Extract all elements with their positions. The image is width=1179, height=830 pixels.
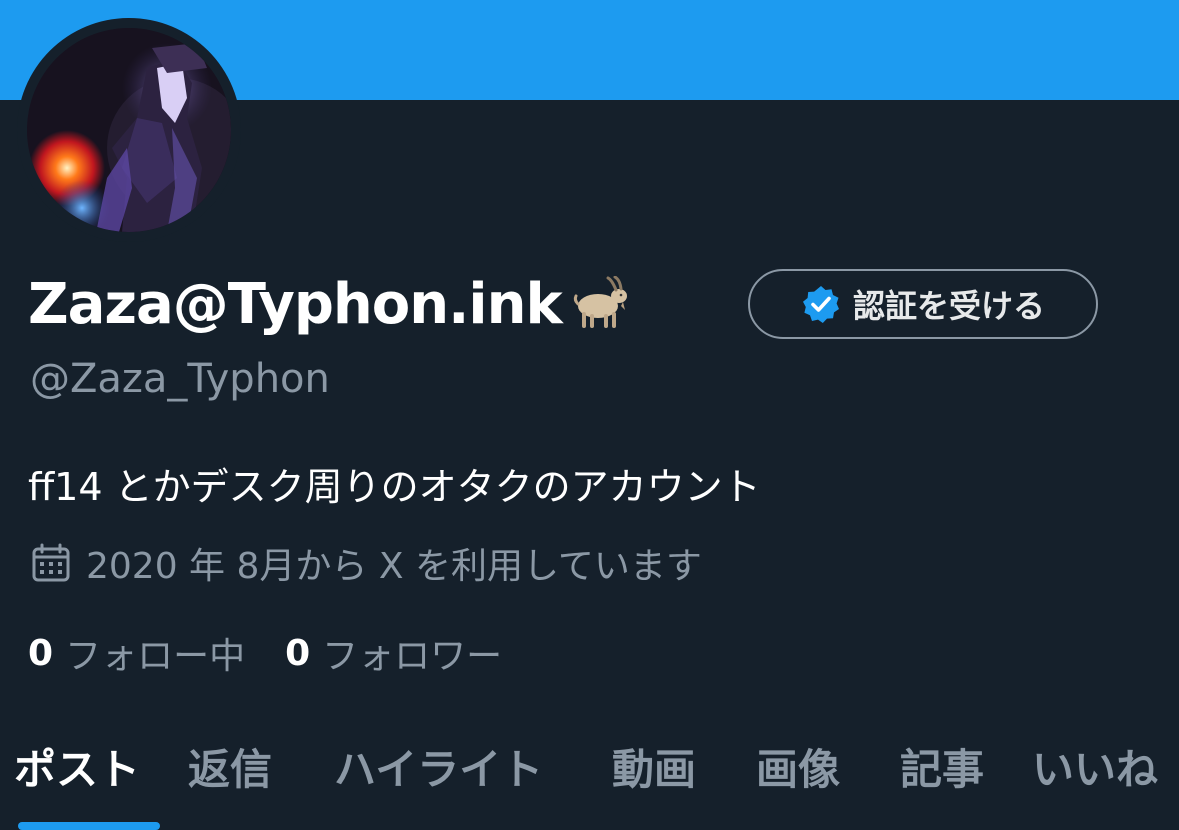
follow-stats: 0 フォロー中 0 フォロワー bbox=[28, 628, 502, 678]
tab-likes[interactable]: いいね bbox=[1032, 736, 1158, 806]
joined-date-text: 2020 年 8月から X を利用しています bbox=[86, 546, 702, 587]
get-verified-button[interactable]: 認証を受ける bbox=[748, 269, 1098, 339]
tab-videos[interactable]: 動画 bbox=[612, 736, 696, 806]
display-name: Zaza@Typhon.ink bbox=[28, 271, 563, 337]
avatar-ring bbox=[17, 18, 241, 242]
profile-tabs: ポスト 返信 ハイライト 動画 画像 記事 いいね bbox=[0, 730, 1179, 830]
followers-count: 0 bbox=[285, 632, 311, 674]
goat-icon bbox=[568, 275, 632, 332]
profile-page: Zaza@Typhon.ink 認証を受ける @Zaza_Typhon ff14… bbox=[0, 0, 1179, 830]
joined-date: 2020 年 8月から X を利用しています bbox=[30, 538, 702, 588]
tab-articles[interactable]: 記事 bbox=[900, 736, 984, 806]
avatar[interactable] bbox=[27, 28, 231, 232]
followers-link[interactable]: 0 フォロワー bbox=[285, 627, 502, 679]
avatar-image bbox=[27, 28, 231, 232]
following-label: フォロー中 bbox=[65, 636, 246, 677]
tab-replies[interactable]: 返信 bbox=[188, 736, 272, 806]
verified-badge-icon bbox=[801, 284, 841, 324]
get-verified-label: 認証を受ける bbox=[852, 287, 1045, 325]
calendar-icon bbox=[30, 542, 72, 584]
following-link[interactable]: 0 フォロー中 bbox=[28, 627, 245, 679]
profile-bio: ff14 とかデスク周りのオタクのアカウント bbox=[28, 465, 761, 509]
following-count: 0 bbox=[28, 632, 54, 674]
followers-label: フォロワー bbox=[322, 636, 503, 677]
tab-posts[interactable]: ポスト bbox=[14, 736, 140, 806]
active-tab-indicator bbox=[18, 822, 160, 830]
tab-images[interactable]: 画像 bbox=[756, 736, 840, 806]
username-handle: @Zaza_Typhon bbox=[30, 356, 330, 402]
display-name-row: Zaza@Typhon.ink bbox=[28, 266, 632, 342]
tab-highlights[interactable]: ハイライト bbox=[334, 736, 543, 806]
